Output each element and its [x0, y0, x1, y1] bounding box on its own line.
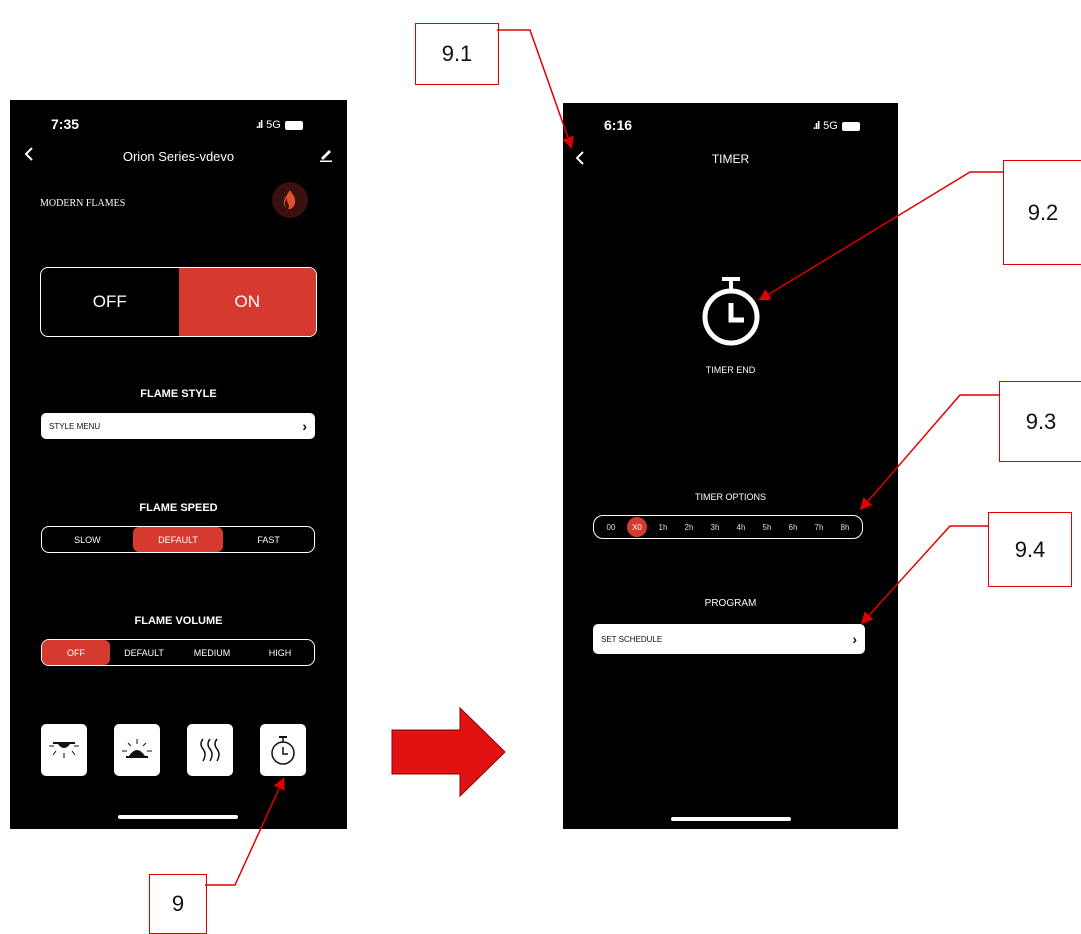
callout-line-9 [205, 777, 285, 886]
callout-line-9-4 [860, 525, 988, 625]
callout-line-9-3 [860, 394, 999, 511]
callout-line-9-2 [758, 171, 1003, 301]
annotation-overlay [205, 29, 1003, 886]
transition-arrow-icon [391, 706, 506, 798]
callout-line-9-1 [497, 29, 574, 149]
